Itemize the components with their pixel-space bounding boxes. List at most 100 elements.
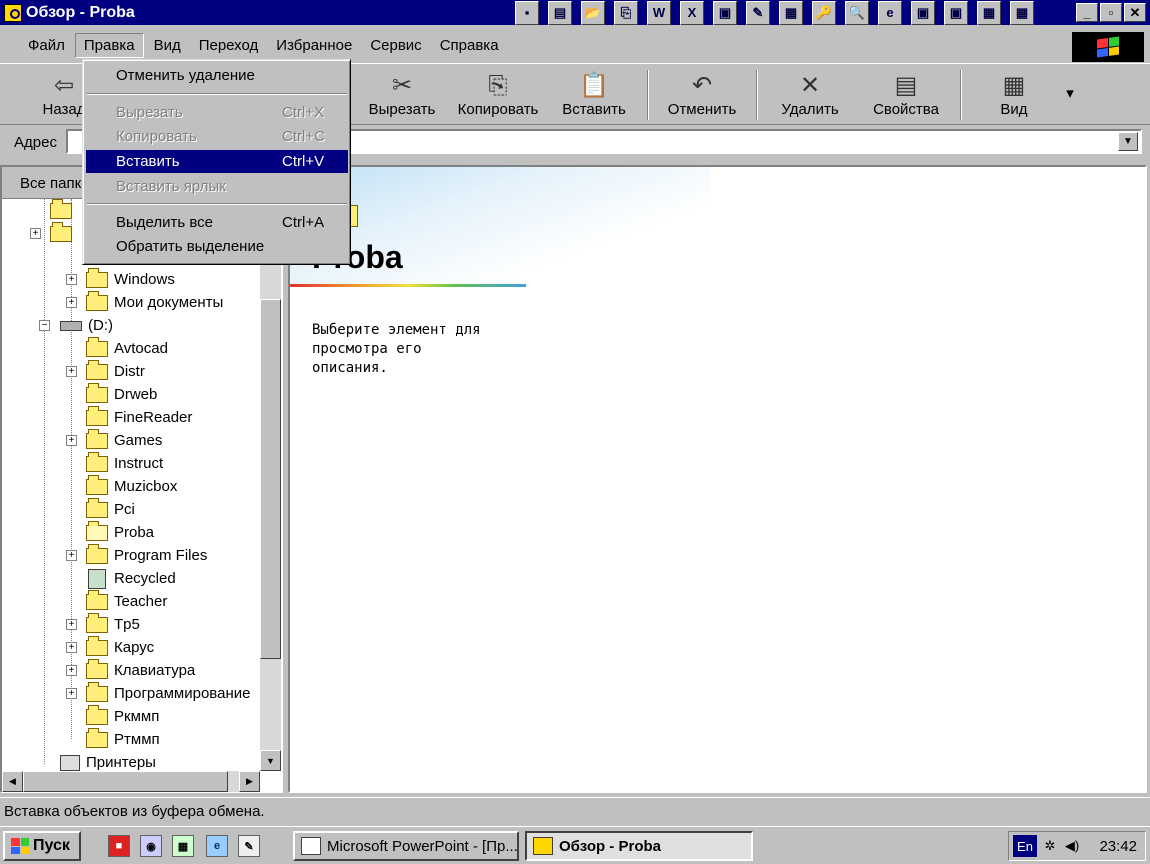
tree-item[interactable]: Instruct [86, 451, 163, 475]
expand-icon[interactable]: + [30, 228, 41, 239]
tree-item[interactable]: Avtocad [86, 336, 168, 360]
office-icon[interactable]: ▪ [515, 0, 539, 25]
quicklaunch-ie-icon[interactable]: e [206, 835, 228, 857]
tree-item[interactable]: Drweb [86, 382, 157, 406]
task-explorer[interactable]: Обзор - Proba [525, 831, 753, 861]
close-button[interactable]: ✕ [1124, 3, 1146, 22]
tree-item[interactable]: + Клавиатура [66, 658, 195, 682]
menu-tools[interactable]: Сервис [362, 34, 429, 57]
folder-view-pane[interactable]: Proba Выберите элемент для просмотра его… [288, 165, 1147, 793]
app-icon[interactable]: ▣ [944, 0, 968, 25]
start-button[interactable]: Пуск [3, 831, 81, 861]
key-icon[interactable]: 🔑 [812, 0, 836, 25]
menu-item-undo-delete[interactable]: Отменить удаление [86, 64, 348, 87]
expand-icon[interactable]: + [66, 435, 77, 446]
maximize-button[interactable]: ▫ [1100, 3, 1122, 22]
minimize-button[interactable]: _ [1076, 3, 1098, 22]
explorer-icon[interactable] [4, 3, 22, 22]
expand-icon[interactable]: + [66, 688, 77, 699]
quicklaunch-notepad-icon[interactable]: ✎ [238, 835, 260, 857]
volume-icon[interactable]: ◀) [1063, 837, 1081, 855]
delete-button[interactable]: ✕ Удалить [774, 68, 846, 122]
tree-item[interactable]: Teacher [86, 589, 167, 613]
vertical-scroll-thumb[interactable] [260, 299, 281, 659]
task-powerpoint[interactable]: Microsoft PowerPoint - [Пр... [293, 831, 519, 861]
menu-item-copy[interactable]: Копировать Ctrl+C [86, 125, 348, 148]
tree-item[interactable]: + Program Files [66, 543, 207, 567]
clock[interactable]: 23:42 [1099, 838, 1137, 855]
menu-go[interactable]: Переход [191, 34, 267, 57]
expand-icon[interactable]: + [66, 550, 77, 561]
properties-button[interactable]: ▤ Свойства [865, 68, 947, 122]
horizontal-scrollbar[interactable]: ◀ ▶ [2, 771, 260, 792]
view-dropdown-button[interactable]: ▾ [1060, 68, 1080, 122]
tree-item[interactable]: + Tp5 [66, 612, 140, 636]
menu-item-invert-selection[interactable]: Обратить выделение [86, 235, 348, 258]
tree-item[interactable]: + Distr [66, 359, 145, 383]
menu-view[interactable]: Вид [146, 34, 189, 57]
database-icon[interactable]: ▦ [779, 0, 803, 25]
tree-item[interactable]: − (D:) [39, 314, 113, 337]
pen-icon[interactable]: ✎ [746, 0, 770, 25]
expand-icon[interactable]: + [66, 274, 77, 285]
tree-item[interactable]: Proba [86, 520, 154, 544]
tree-item[interactable] [50, 199, 78, 222]
tree-item[interactable]: Muzicbox [86, 474, 177, 498]
menu-item-select-all[interactable]: Выделить все Ctrl+A [86, 211, 348, 234]
quicklaunch-app-icon[interactable]: ■ [108, 835, 130, 857]
ie-icon[interactable]: e [878, 0, 902, 25]
folder-tree[interactable]: + + Windows + Мои документы − (D:) Avtocad + Dist… [2, 199, 260, 771]
tree-item[interactable]: + [30, 221, 78, 245]
vertical-scrollbar[interactable]: ▲ ▼ [260, 199, 281, 771]
tree-item[interactable]: Pci [86, 497, 135, 521]
find-icon[interactable]: 🔍 [845, 0, 869, 25]
cut-button[interactable]: ✂ Вырезать [362, 68, 442, 122]
expand-icon[interactable]: + [66, 665, 77, 676]
tree-item[interactable]: Ркммп [86, 704, 159, 728]
excel-icon[interactable]: X [680, 0, 704, 25]
menu-favorites[interactable]: Избранное [268, 34, 360, 57]
tree-item[interactable]: FineReader [86, 405, 192, 429]
scroll-left-button[interactable]: ◀ [2, 771, 23, 792]
tree-item[interactable]: Принтеры [60, 751, 156, 771]
open-folder-icon[interactable]: 📂 [581, 0, 605, 25]
new-document-icon[interactable]: ▤ [548, 0, 572, 25]
expand-icon[interactable]: + [66, 619, 77, 630]
address-dropdown-button[interactable]: ▼ [1118, 132, 1138, 151]
tree-item[interactable]: Recycled [86, 567, 176, 590]
tree-item[interactable]: + Программирование [66, 681, 250, 705]
network-tray-icon[interactable]: ✲ [1041, 837, 1059, 855]
language-indicator[interactable]: En [1013, 835, 1037, 857]
scroll-right-button[interactable]: ▶ [239, 771, 260, 792]
grid-icon[interactable]: ▦ [1010, 0, 1034, 25]
menu-file[interactable]: Файл [20, 34, 73, 57]
quicklaunch-network-icon[interactable]: ▦ [172, 835, 194, 857]
scroll-down-button[interactable]: ▼ [260, 750, 281, 771]
copy-button[interactable]: ⎘ Копировать [451, 68, 545, 122]
view-button[interactable]: ▦ Вид [984, 68, 1044, 122]
horizontal-scroll-thumb[interactable] [23, 771, 228, 792]
quicklaunch-antivirus-icon[interactable]: ◉ [140, 835, 162, 857]
collapse-icon[interactable]: − [39, 320, 50, 331]
menu-item-paste[interactable]: Вставить Ctrl+V [86, 150, 348, 173]
copy-doc-icon[interactable]: ⎘ [614, 0, 638, 25]
tree-item[interactable]: + Windows [66, 267, 175, 291]
game-icon[interactable]: ▦ [977, 0, 1001, 25]
powerpoint-icon[interactable]: ▣ [713, 0, 737, 25]
word-icon[interactable]: W [647, 0, 671, 25]
tree-item[interactable]: + Карус [66, 635, 154, 659]
paste-button[interactable]: 📋 Вставить [556, 68, 632, 122]
menu-help[interactable]: Справка [432, 34, 507, 57]
tree-item[interactable]: + Мои документы [66, 290, 223, 314]
menu-item-cut[interactable]: Вырезать Ctrl+X [86, 101, 348, 124]
app-icon[interactable]: ▣ [911, 0, 935, 25]
undo-button[interactable]: ↶ Отменить [662, 68, 742, 122]
menu-edit[interactable]: Правка [74, 33, 144, 58]
expand-icon[interactable]: + [66, 642, 77, 653]
expand-icon[interactable]: + [66, 297, 77, 308]
expand-icon[interactable]: + [66, 366, 77, 377]
tree-guide-line [44, 199, 45, 764]
tree-item[interactable]: Ртммп [86, 727, 160, 751]
tree-item[interactable]: + Games [66, 428, 162, 452]
menu-item-paste-shortcut[interactable]: Вставить ярлык [86, 175, 348, 198]
